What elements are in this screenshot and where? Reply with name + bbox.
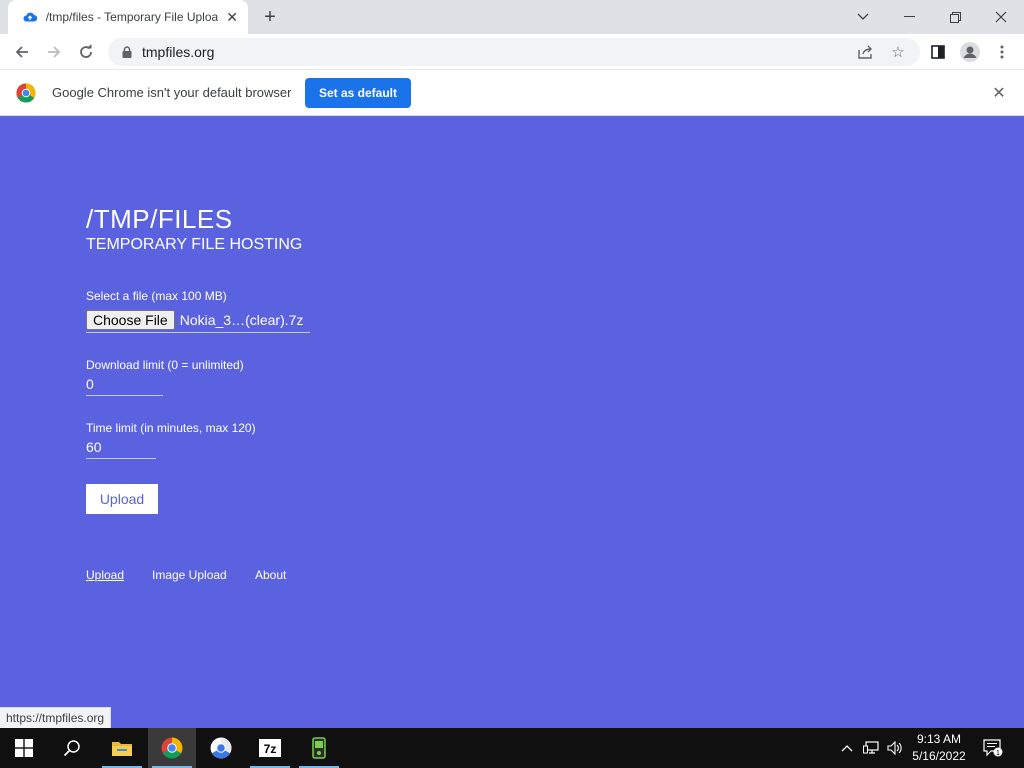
windows-taskbar: 7z 9:13 AM 5/16/2022 1: [0, 728, 1024, 768]
close-window-button[interactable]: [978, 0, 1024, 34]
chrome-taskbar-icon[interactable]: [148, 728, 196, 768]
tab-strip: /tmp/files - Temporary File Uploa ✕ +: [0, 0, 1024, 34]
reload-button[interactable]: [72, 38, 100, 66]
page-title: /TMP/FILES: [86, 204, 233, 234]
svg-text:7z: 7z: [264, 742, 277, 756]
volume-icon[interactable]: [884, 728, 906, 768]
browser-toolbar: tmpfiles.org ☆: [0, 34, 1024, 70]
new-tab-button[interactable]: +: [258, 5, 282, 29]
nav-link-image-upload[interactable]: Image Upload: [152, 568, 227, 582]
bookmark-star-icon[interactable]: ☆: [886, 40, 910, 64]
set-default-button[interactable]: Set as default: [305, 78, 411, 108]
system-clock[interactable]: 9:13 AM 5/16/2022: [906, 731, 972, 765]
browser-tab[interactable]: /tmp/files - Temporary File Uploa ✕: [8, 0, 248, 34]
choose-file-button[interactable]: Choose File: [86, 310, 175, 330]
chevron-up-icon[interactable]: [836, 728, 858, 768]
file-input[interactable]: Choose File Nokia_3…(clear).7z: [86, 308, 310, 333]
file-explorer-icon[interactable]: [98, 728, 146, 768]
address-bar[interactable]: tmpfiles.org: [108, 38, 920, 66]
back-button[interactable]: [8, 38, 36, 66]
nav-link-about[interactable]: About: [255, 568, 286, 582]
tab-title: /tmp/files - Temporary File Uploa: [45, 10, 219, 24]
minimize-button[interactable]: [886, 0, 932, 34]
start-button[interactable]: [0, 728, 48, 768]
chrome-alt-taskbar-icon[interactable]: [197, 728, 245, 768]
upload-button[interactable]: Upload: [86, 484, 158, 514]
profile-avatar[interactable]: [956, 38, 984, 66]
tab-close-icon[interactable]: ✕: [224, 9, 240, 25]
infobar-close-icon[interactable]: ✕: [989, 83, 1009, 103]
time-limit-label: Time limit (in minutes, max 120): [86, 421, 256, 435]
phone-tool-icon[interactable]: [295, 728, 343, 768]
share-icon[interactable]: [854, 40, 878, 64]
download-limit-input[interactable]: 0: [86, 376, 163, 396]
infobar-message: Google Chrome isn't your default browser: [52, 85, 292, 100]
search-icon[interactable]: [48, 728, 96, 768]
page-content: /TMP/FILES TEMPORARY FILE HOSTING Select…: [0, 116, 1024, 728]
file-field-label: Select a file (max 100 MB): [86, 289, 227, 303]
side-panel-icon[interactable]: [924, 38, 952, 66]
notification-center-icon[interactable]: 1: [978, 728, 1008, 768]
page-subtitle: TEMPORARY FILE HOSTING: [86, 236, 303, 253]
url-text: tmpfiles.org: [142, 44, 215, 60]
clock-time: 9:13 AM: [916, 732, 962, 746]
notification-count: 1: [996, 750, 1000, 757]
7zip-icon[interactable]: 7z: [246, 728, 294, 768]
network-icon[interactable]: [860, 728, 882, 768]
default-browser-infobar: Google Chrome isn't your default browser…: [0, 70, 1024, 116]
download-limit-label: Download limit (0 = unlimited): [86, 358, 244, 372]
forward-button[interactable]: [40, 38, 68, 66]
status-url-bubble: https://tmpfiles.org: [0, 707, 112, 728]
tab-search-icon[interactable]: [840, 0, 886, 34]
restore-button[interactable]: [932, 0, 978, 34]
chrome-logo-icon: [16, 83, 36, 103]
nav-link-upload[interactable]: Upload: [86, 568, 124, 582]
cloud-upload-icon: [22, 9, 38, 25]
clock-date: 5/16/2022: [912, 749, 966, 763]
lock-icon[interactable]: [120, 45, 134, 59]
time-limit-input[interactable]: 60: [86, 439, 156, 459]
menu-kebab-icon[interactable]: [988, 38, 1016, 66]
selected-file-name: Nokia_3…(clear).7z: [179, 312, 304, 328]
